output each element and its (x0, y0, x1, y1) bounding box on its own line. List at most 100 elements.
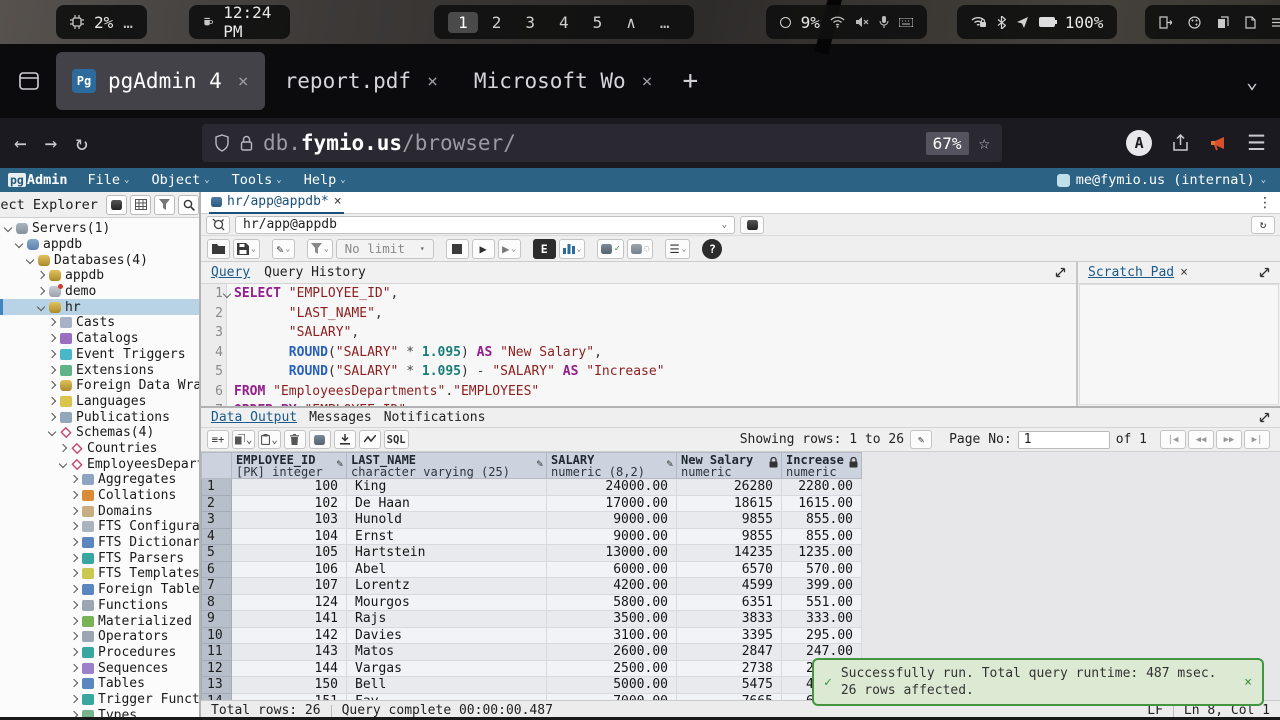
cell[interactable]: 9855 (677, 528, 782, 545)
cell[interactable]: 855.00 (782, 512, 862, 529)
execute-options-button[interactable]: ▶⌄ (498, 239, 521, 259)
row-number[interactable]: 11 (202, 644, 232, 661)
account-icon[interactable]: A (1126, 130, 1152, 156)
tree-item-countries[interactable]: Countries (0, 441, 199, 457)
cpu-widget[interactable]: 2% … (56, 5, 147, 39)
shield-icon[interactable] (214, 134, 230, 152)
cell[interactable]: 103 (232, 512, 347, 529)
tree-item-foreign-tables[interactable]: Foreign Tables (0, 582, 199, 598)
kebab-menu-icon[interactable]: ⋮ (1258, 195, 1272, 211)
cell[interactable]: 3395 (677, 627, 782, 644)
cell[interactable]: 2738 (677, 660, 782, 677)
edit-button[interactable]: ✎⌄ (272, 239, 295, 259)
files-icon[interactable] (1217, 16, 1229, 29)
tree-item-procedures[interactable]: Procedures (0, 645, 199, 661)
cell[interactable]: King (347, 479, 547, 496)
tree-item-servers-1[interactable]: Servers(1) (0, 221, 199, 237)
refresh-button[interactable]: ↻ (1251, 216, 1275, 234)
cell[interactable]: 295.00 (782, 627, 862, 644)
table-row[interactable]: 4104Ernst9000.009855855.00 (202, 528, 862, 545)
tree-item-functions[interactable]: Functions (0, 598, 199, 614)
tree-item-appdb[interactable]: appdb (0, 268, 199, 284)
cell[interactable]: 107 (232, 578, 347, 595)
scratch-pad-textarea[interactable] (1079, 284, 1279, 405)
tab-query-history[interactable]: Query History (264, 265, 366, 280)
cell[interactable]: 143 (232, 644, 347, 661)
delete-row-button[interactable] (284, 430, 306, 449)
cell[interactable]: 141 (232, 611, 347, 628)
cell[interactable]: Bell (347, 677, 547, 694)
chevron-right-icon[interactable] (69, 663, 80, 674)
workspace-5[interactable]: 5 (583, 12, 613, 33)
table-row[interactable]: 5105Hartstein13000.00142351235.00 (202, 545, 862, 562)
row-number[interactable]: 6 (202, 561, 232, 578)
cell[interactable]: 6570 (677, 561, 782, 578)
chevron-down-icon[interactable]: ⌄ (271, 434, 277, 446)
chevron-right-icon[interactable] (47, 412, 58, 423)
cell[interactable]: 13000.00 (547, 545, 677, 562)
download-button[interactable] (334, 430, 356, 449)
workspace-switcher[interactable]: 12345 ∧ … (434, 5, 693, 39)
rollback-button[interactable]: ◌ (627, 239, 653, 259)
chevron-right-icon[interactable] (69, 490, 80, 501)
table-row[interactable]: 2102De Haan17000.00186151615.00 (202, 495, 862, 512)
cell[interactable]: 333.00 (782, 611, 862, 628)
copy-button[interactable]: ⌄ (232, 430, 255, 449)
cell[interactable]: 150 (232, 677, 347, 694)
cell[interactable]: 3100.00 (547, 627, 677, 644)
extension-icon[interactable] (1209, 135, 1227, 151)
edit-rows-button[interactable]: ✎ (910, 430, 932, 449)
logout-door-icon[interactable] (1159, 16, 1172, 29)
palette-icon[interactable] (1188, 16, 1201, 29)
cell[interactable]: 2500.00 (547, 660, 677, 677)
row-number[interactable]: 1 (202, 479, 232, 496)
connection-status-button[interactable] (206, 216, 230, 234)
cell[interactable]: Matos (347, 644, 547, 661)
tree-item-catalogs[interactable]: Catalogs (0, 331, 199, 347)
chevron-right-icon[interactable] (36, 286, 47, 297)
new-tab-button[interactable]: + (682, 66, 698, 96)
browser-tab-report-pdf[interactable]: report.pdf× (269, 52, 454, 110)
tree-item-collations[interactable]: Collations (0, 488, 199, 504)
tree-item-fts-dictionaries[interactable]: FTS Dictionaries (0, 535, 199, 551)
chevron-right-icon[interactable] (47, 365, 58, 376)
table-row[interactable]: 14151Fay7000.007665665.00 (202, 693, 862, 700)
execute-button[interactable]: ▶ (472, 239, 495, 259)
chevron-right-icon[interactable] (69, 474, 80, 485)
menu-help[interactable]: Help⌄ (304, 172, 346, 188)
row-number[interactable]: 3 (202, 512, 232, 529)
cell[interactable]: 1235.00 (782, 545, 862, 562)
chevron-right-icon[interactable] (47, 349, 58, 360)
chevron-down-icon[interactable]: ⌄ (682, 244, 687, 253)
cell[interactable]: Davies (347, 627, 547, 644)
cell[interactable]: Hartstein (347, 545, 547, 562)
tab-query[interactable]: Query (211, 265, 250, 280)
chevron-right-icon[interactable] (69, 694, 80, 705)
tree-item-foreign-data-wrappers[interactable]: Foreign Data Wrappers (0, 378, 199, 394)
cell[interactable]: 855.00 (782, 528, 862, 545)
workspace-3[interactable]: 3 (515, 12, 545, 33)
cell[interactable]: 4599 (677, 578, 782, 595)
cell[interactable]: 2280.00 (782, 479, 862, 496)
cell[interactable]: 124 (232, 594, 347, 611)
close-icon[interactable]: × (238, 71, 249, 92)
cell[interactable]: 5800.00 (547, 594, 677, 611)
sql-button[interactable]: SQL (384, 430, 409, 449)
row-number[interactable]: 10 (202, 627, 232, 644)
menu-file[interactable]: File⌄ (88, 172, 130, 188)
cell[interactable]: 399.00 (782, 578, 862, 595)
chevron-right-icon[interactable] (69, 678, 80, 689)
chevron-down-icon[interactable] (47, 427, 58, 438)
chevron-right-icon[interactable] (58, 443, 69, 454)
cell[interactable]: 7665 (677, 693, 782, 700)
tree-item-databases-4[interactable]: Databases(4) (0, 252, 199, 268)
cancel-query-button[interactable] (446, 239, 469, 259)
chevron-down-icon[interactable]: ⌄ (577, 244, 582, 253)
workspace-1[interactable]: 1 (448, 12, 478, 33)
close-icon[interactable]: × (1180, 265, 1188, 280)
sql-editor[interactable]: 1SELECT "EMPLOYEE_ID",2 "LAST_NAME",3 "S… (201, 284, 1076, 406)
chevron-right-icon[interactable] (69, 616, 80, 627)
cell[interactable]: 570.00 (782, 561, 862, 578)
menu-tools[interactable]: Tools⌄ (232, 172, 282, 188)
tree-item-fts-configurations[interactable]: FTS Configurations (0, 519, 199, 535)
